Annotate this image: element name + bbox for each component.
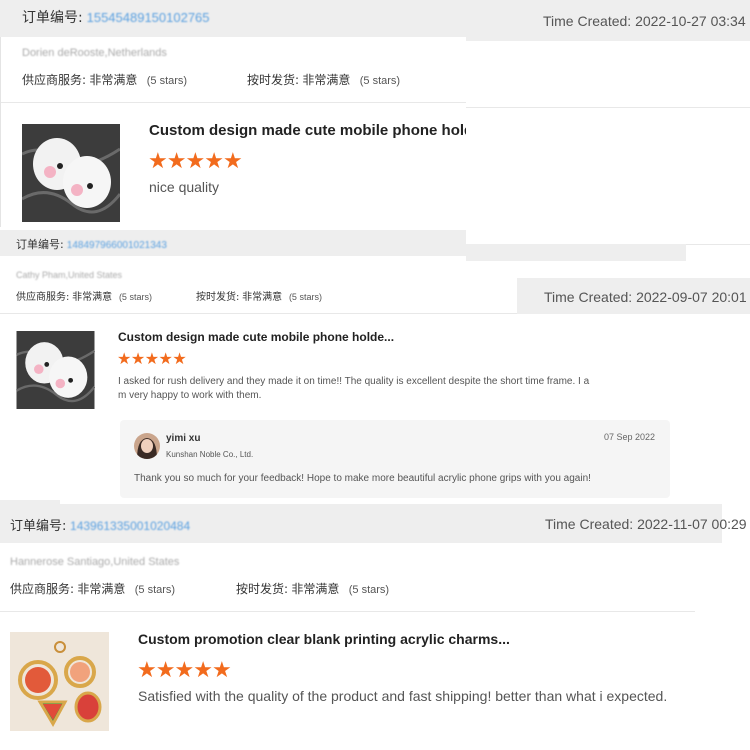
ontime-shipping-rating-3: 按时发货: 非常满意 (5 stars) [236, 580, 389, 597]
star-icon: ★ [158, 351, 173, 368]
ontime-label: 按时发货: [247, 73, 300, 87]
divider-2 [0, 313, 517, 314]
star-icon: ★ [117, 351, 131, 368]
reply-date: 07 Sep 2022 [603, 432, 655, 442]
order-id: 143961335001020484 [70, 519, 191, 533]
divider-3 [0, 611, 695, 612]
review-text-3: Satisfied with the quality of the produc… [138, 688, 668, 704]
header-notch-3 [0, 500, 60, 504]
ontime-value: 非常满意 [291, 582, 340, 596]
product-thumbnail-1[interactable] [22, 124, 120, 222]
order-header-2b [466, 244, 686, 261]
buyer-location-1: Dorien deRooste,Netherlands [22, 47, 167, 59]
star-icon: ★ [174, 657, 194, 682]
star-rating-3: ★★★★★ [137, 657, 232, 682]
time-created-3: Time Created: 2022-11-07 00:29 [545, 516, 747, 532]
order-number-2: 订单编号: 148497966001021343 [16, 236, 167, 252]
product-thumbnail-3[interactable] [10, 632, 109, 731]
supplier-service-stars: (5 stars) [134, 584, 176, 596]
buyer-location-2: Cathy Pham,United States [16, 270, 123, 280]
supplier-service-value: 非常满意 [77, 582, 126, 596]
divider-1 [0, 102, 466, 103]
left-border-1 [0, 37, 1, 227]
reply-text: Thank you so much for your feedback! Hop… [134, 473, 591, 484]
ontime-stars: (5 stars) [348, 584, 390, 596]
time-created-2: Time Created: 2022-09-07 20:01 [544, 289, 747, 305]
star-icon: ★ [204, 148, 224, 173]
review-text-1: nice quality [149, 179, 220, 195]
star-icon: ★ [222, 148, 243, 173]
ontime-stars: (5 stars) [359, 75, 401, 87]
ontime-shipping-rating-1: 按时发货: 非常满意 (5 stars) [247, 71, 400, 88]
review-text-2: I asked for rush delivery and they made … [118, 375, 589, 403]
ontime-shipping-rating-2: 按时发货: 非常满意 (5 stars) [196, 288, 322, 303]
supplier-service-label: 供应商服务: [22, 73, 87, 87]
divider-1b [466, 107, 750, 108]
time-created-1: Time Created: 2022-10-27 03:34 [543, 13, 746, 29]
supplier-service-rating-3: 供应商服务: 非常满意 (5 stars) [10, 580, 175, 597]
avatar-icon [134, 433, 160, 459]
header-notch-1 [466, 37, 750, 41]
reply-company: Kunshan Noble Co., Ltd. [166, 450, 254, 459]
ontime-label: 按时发货: [196, 292, 240, 303]
supplier-service-rating-1: 供应商服务: 非常满意 (5 stars) [22, 71, 187, 88]
product-title-3[interactable]: Custom promotion clear blank printing ac… [138, 631, 538, 647]
supplier-service-value: 非常满意 [72, 292, 113, 303]
review-text-line: I asked for rush delivery and they made … [118, 376, 590, 387]
ontime-value: 非常满意 [302, 73, 351, 87]
order-number-3: 订单编号: 143961335001020484 [10, 515, 190, 534]
reply-author-name: yimi xu [166, 433, 201, 444]
product-photo-icon [10, 632, 109, 731]
supplier-service-stars: (5 stars) [118, 292, 152, 302]
supplier-service-label: 供应商服务: [16, 292, 70, 303]
star-icon: ★ [172, 351, 187, 368]
ontime-stars: (5 stars) [288, 292, 322, 302]
star-rating-1: ★★★★★ [148, 148, 243, 173]
order-id: 15545489150102765 [86, 10, 210, 25]
star-icon: ★ [166, 148, 187, 173]
order-number-1: 订单编号: 15545489150102765 [22, 7, 210, 27]
order-number-label: 订单编号: [22, 10, 83, 26]
product-title-1[interactable]: Custom design made cute mobile phone hol… [149, 122, 466, 139]
order-id: 148497966001021343 [66, 240, 167, 251]
supplier-service-rating-2: 供应商服务: 非常满意 (5 stars) [16, 288, 152, 303]
star-icon: ★ [211, 657, 232, 682]
star-icon: ★ [193, 657, 213, 682]
star-icon: ★ [144, 351, 159, 368]
star-icon: ★ [130, 351, 145, 368]
supplier-service-stars: (5 stars) [146, 75, 188, 87]
review-text-line: m very happy to work with them. [118, 390, 262, 401]
ontime-label: 按时发货: [236, 582, 289, 596]
product-photo-icon [22, 124, 120, 222]
product-title-2[interactable]: Custom design made cute mobile phone hol… [118, 330, 408, 344]
ontime-value: 非常满意 [242, 292, 283, 303]
order-number-label: 订单编号: [10, 519, 67, 534]
supplier-service-label: 供应商服务: [10, 582, 75, 596]
star-rating-2: ★★★★★ [117, 351, 187, 369]
star-icon: ★ [137, 657, 157, 682]
seller-reply: yimi xu Kunshan Noble Co., Ltd. 07 Sep 2… [120, 420, 670, 498]
order-number-label: 订单编号: [16, 238, 64, 251]
buyer-location-3: Hannerose Santiago,United States [10, 556, 180, 568]
product-photo-icon [16, 331, 95, 409]
star-icon: ★ [155, 657, 176, 682]
supplier-service-value: 非常满意 [89, 73, 138, 87]
star-icon: ★ [148, 148, 168, 173]
avatar [134, 433, 160, 459]
product-thumbnail-2[interactable] [16, 331, 95, 409]
star-icon: ★ [185, 148, 205, 173]
